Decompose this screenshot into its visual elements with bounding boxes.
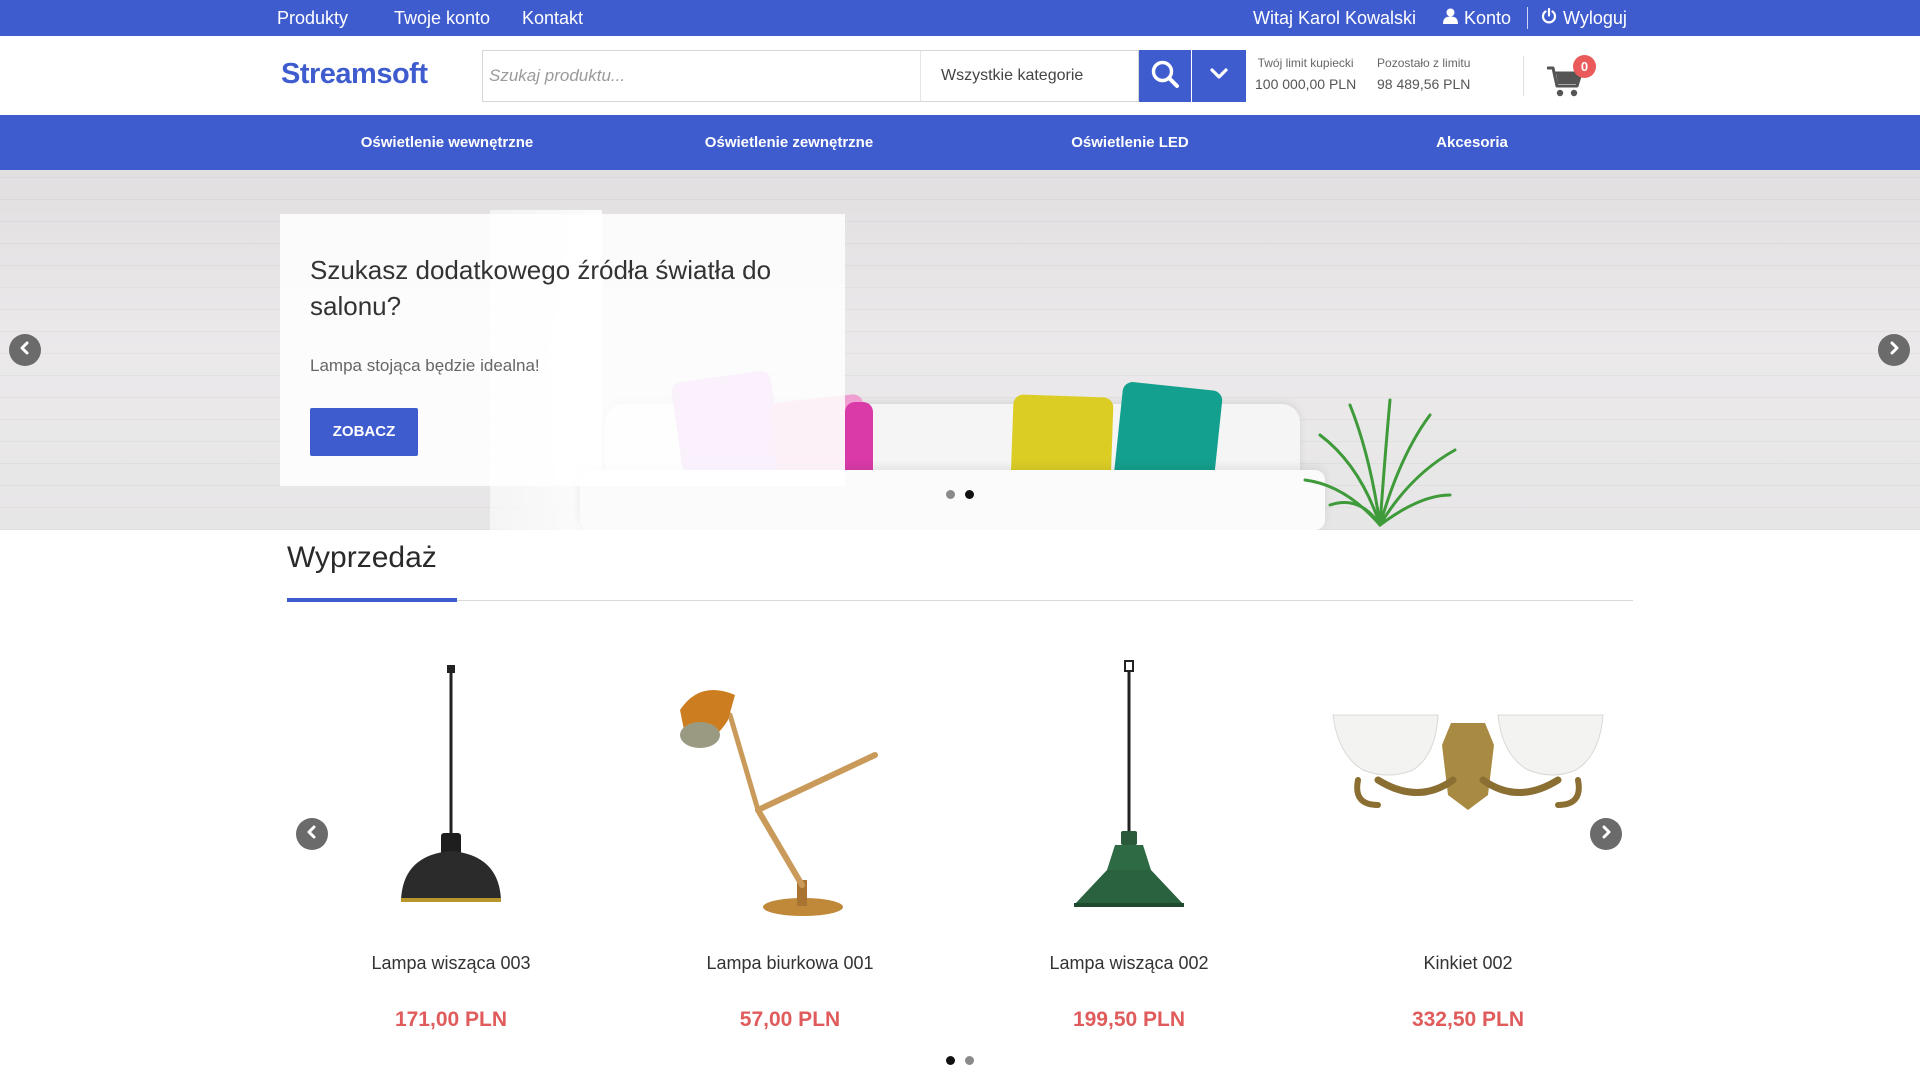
main-nav: Oświetlenie wewnętrzne Oświetlenie zewnę… [0,115,1920,170]
hero-slide-dot[interactable] [946,490,955,499]
products-page-dots [946,1056,974,1065]
hero-promo-card: Szukasz dodatkowego źródła światła do sa… [280,214,845,486]
account-link[interactable]: Konto [1443,0,1511,36]
section-title-underline [287,598,457,602]
header-divider [1523,56,1524,96]
remaining-limit-label: Pozostało z limitu [1377,56,1471,70]
greeting-text: Witaj Karol Kowalski [1253,8,1417,28]
top-divider [1527,7,1528,29]
hero-slide-dots [946,490,974,499]
nav-item-outdoor[interactable]: Oświetlenie zewnętrzne [705,115,873,170]
section-divider [287,600,1633,601]
hero-prev-button[interactable] [9,334,41,366]
product-image-pendant-lamp-black[interactable] [301,655,601,925]
cart-button[interactable]: 0 [1546,55,1600,99]
header: Streamsoft Wszystkie kategorie Twój limi… [0,36,1920,115]
products-page-dot[interactable] [965,1056,974,1065]
nav-item-indoor[interactable]: Oświetlenie wewnętrzne [361,115,534,170]
hero-next-button[interactable] [1878,334,1910,366]
search-input[interactable] [483,51,920,101]
chevron-right-icon [1600,825,1612,844]
nav-item-led[interactable]: Oświetlenie LED [1071,115,1189,170]
credit-limit-value: 100 000,00 PLN [1255,76,1357,92]
product-name[interactable]: Lampa wisząca 003 [301,953,601,974]
product-card[interactable]: Kinkiet 002 332,50 PLN [1318,655,1618,1045]
user-icon [1443,0,1458,36]
top-bar: Produkty Twoje konto Kontakt Witaj Karol… [0,0,1920,36]
products-prev-button[interactable] [296,818,328,850]
remaining-limit: Pozostało z limitu 98 489,56 PLN [1377,56,1470,92]
hero-subtitle: Lampa stojąca będzie idealna! [310,356,540,375]
hero-cta-button[interactable]: ZOBACZ [310,408,418,456]
chevron-down-icon [1210,67,1228,85]
product-price: 57,00 PLN [739,1008,841,1031]
power-icon [1541,0,1557,36]
plant-image [1300,395,1460,530]
product-name[interactable]: Kinkiet 002 [1318,953,1618,974]
product-image-desk-lamp[interactable] [640,655,940,925]
products-next-button[interactable] [1590,818,1622,850]
search-icon [1150,59,1180,94]
category-select[interactable]: Wszystkie kategorie [920,50,1139,102]
product-name[interactable]: Lampa biurkowa 001 [640,953,940,974]
chevron-right-icon [1888,341,1900,360]
hero-title: Szukasz dodatkowego źródła światła do sa… [310,255,772,321]
product-name[interactable]: Lampa wisząca 002 [979,953,1279,974]
top-link-products[interactable]: Produkty [277,0,348,36]
nav-item-accessories[interactable]: Akcesoria [1436,115,1508,170]
product-image-wall-sconce[interactable] [1318,655,1618,925]
chevron-left-icon [306,825,318,844]
product-price: 199,50 PLN [1072,1008,1186,1031]
product-card[interactable]: Lampa biurkowa 001 57,00 PLN [640,655,940,1045]
remaining-limit-value: 98 489,56 PLN [1377,76,1471,92]
top-link-contact[interactable]: Kontakt [522,0,583,36]
credit-limit-label: Twój limit kupiecki [1257,56,1354,70]
logout-label: Wyloguj [1563,8,1627,28]
hero-banner: Szukasz dodatkowego źródła światła do sa… [0,170,1920,530]
search-button[interactable] [1139,50,1191,102]
cart-count-badge: 0 [1573,55,1596,78]
chevron-left-icon [19,341,31,360]
logo[interactable]: Streamsoft [281,58,428,91]
products-page-dot-active[interactable] [946,1056,955,1065]
product-card[interactable]: Lampa wisząca 002 199,50 PLN [979,655,1279,1045]
account-label: Konto [1464,8,1512,28]
hero-slide-dot-active[interactable] [965,490,974,499]
sale-section-title: Wyprzedaż [287,541,437,574]
top-link-account[interactable]: Twoje konto [394,0,490,36]
credit-limit: Twój limit kupiecki 100 000,00 PLN [1255,56,1356,92]
category-dropdown-button[interactable] [1192,50,1246,102]
product-image-pendant-lamp-green[interactable] [979,655,1279,925]
logout-link[interactable]: Wyloguj [1541,0,1627,36]
product-price: 171,00 PLN [394,1008,508,1031]
product-card[interactable]: Lampa wisząca 003 171,00 PLN [301,655,601,1045]
product-price: 332,50 PLN [1411,1008,1525,1031]
search-box [482,50,920,102]
